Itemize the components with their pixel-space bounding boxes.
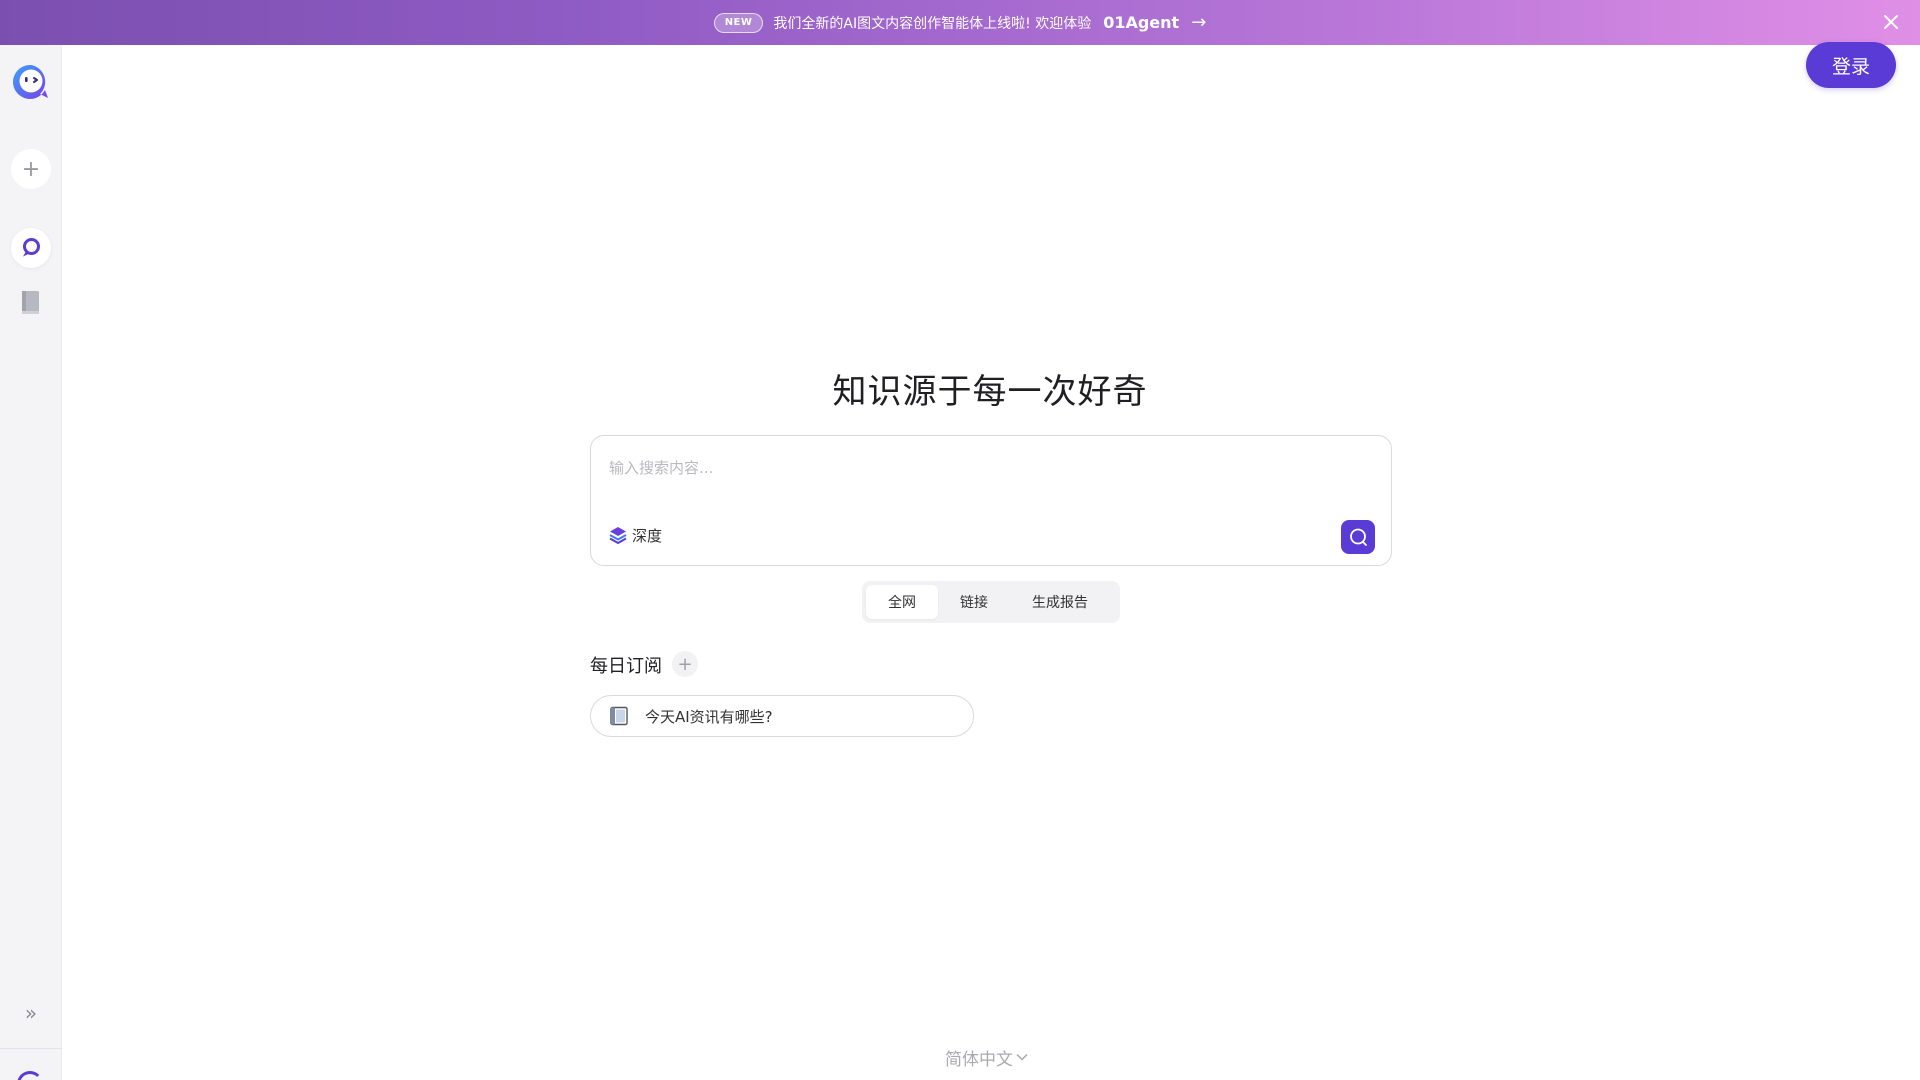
sidebar: + » xyxy=(0,45,62,1080)
tab-link[interactable]: 链接 xyxy=(938,585,1010,619)
book-icon xyxy=(22,291,39,314)
language-selector[interactable]: 简体中文 xyxy=(945,1045,1029,1070)
close-icon[interactable] xyxy=(1880,11,1902,33)
subscription-item[interactable]: 今天AI资讯有哪些? xyxy=(590,695,974,737)
add-subscription-button[interactable]: + xyxy=(672,651,698,677)
expand-sidebar-button[interactable]: » xyxy=(11,993,51,1033)
deep-mode-toggle[interactable]: 深度 xyxy=(609,524,662,546)
page-title: 知识源于每一次好奇 xyxy=(832,372,1148,412)
double-chevron-right-icon: » xyxy=(24,1001,38,1025)
plus-icon: + xyxy=(21,156,41,182)
bot-logo-icon[interactable] xyxy=(12,63,50,101)
avatar[interactable] xyxy=(17,1071,43,1080)
search-input[interactable] xyxy=(609,448,1369,488)
scope-tabs: 全网 链接 生成报告 xyxy=(862,581,1120,623)
layers-icon xyxy=(609,527,627,544)
arrow-right-icon: → xyxy=(1191,12,1207,33)
language-label: 简体中文 xyxy=(945,1049,1013,1070)
search-box: 深度 xyxy=(590,435,1392,566)
deep-mode-label: 深度 xyxy=(632,526,663,545)
new-badge: NEW xyxy=(713,12,764,33)
announcement-text: 我们全新的AI图文内容创作智能体上线啦! 欢迎体验 xyxy=(773,15,1092,32)
chevron-down-icon xyxy=(1016,1053,1028,1061)
sidebar-divider xyxy=(0,1048,62,1049)
login-button[interactable]: 登录 xyxy=(1806,42,1896,88)
tab-generate-report[interactable]: 生成报告 xyxy=(1010,585,1110,619)
sidebar-item-search[interactable] xyxy=(11,228,51,268)
search-submit-button[interactable] xyxy=(1341,520,1375,554)
announcement-agent-name: 01Agent xyxy=(1103,13,1180,32)
search-icon xyxy=(1350,528,1367,546)
plus-icon: + xyxy=(677,653,693,675)
announcement-link[interactable]: NEW 我们全新的AI图文内容创作智能体上线啦! 欢迎体验 01Agent → xyxy=(713,12,1207,33)
daily-subscription-title: 每日订阅 xyxy=(590,656,662,677)
new-chat-button[interactable]: + xyxy=(11,149,51,189)
announcement-banner: NEW 我们全新的AI图文内容创作智能体上线啦! 欢迎体验 01Agent → xyxy=(0,0,1920,45)
tab-all-web[interactable]: 全网 xyxy=(866,585,938,619)
search-chat-icon xyxy=(23,238,40,257)
subscription-item-label: 今天AI资讯有哪些? xyxy=(645,707,773,726)
notebook-icon xyxy=(610,706,628,726)
sidebar-item-library[interactable] xyxy=(11,283,51,323)
